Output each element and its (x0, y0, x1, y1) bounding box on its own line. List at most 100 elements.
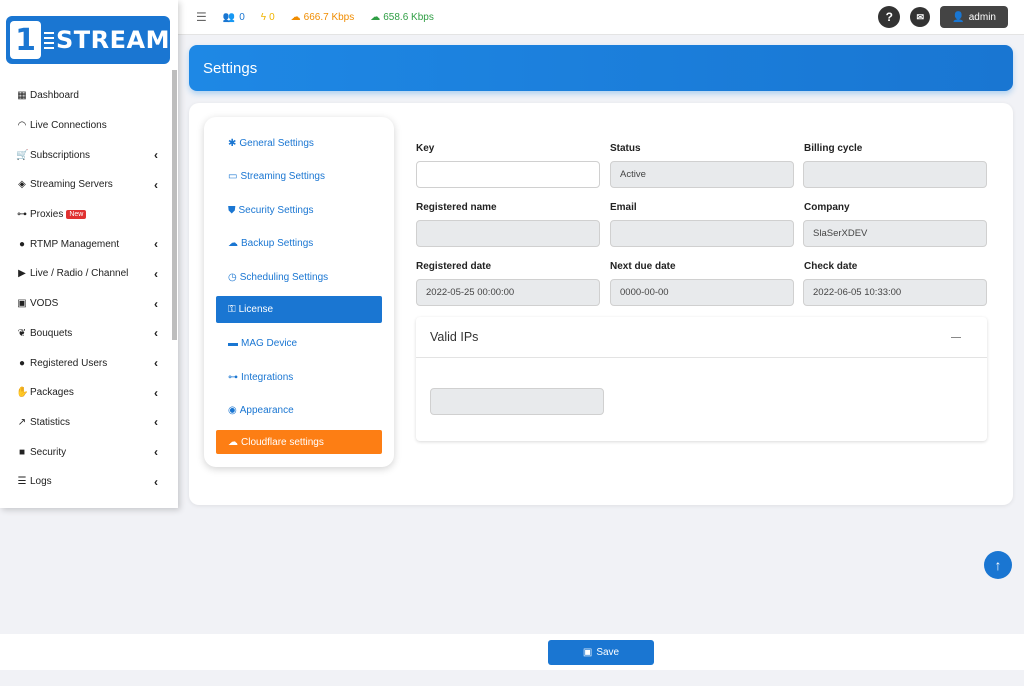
sidebar-item-dashboard[interactable]: ▦ Dashboard (0, 81, 172, 111)
users-icon: 👥 (222, 11, 236, 23)
check-date-label: Check date (804, 261, 858, 272)
device-icon: ▬ (228, 338, 238, 349)
valid-ips-field (430, 388, 604, 415)
logo-text: STREAM (56, 26, 170, 54)
settings-menu-label: License (238, 304, 274, 315)
shield-icon: ⛊ (228, 205, 236, 216)
wifi-icon: ◠ (17, 120, 27, 132)
sidebar-item-security[interactable]: ■ Security ‹ (0, 437, 172, 467)
sidebar-scrollbar[interactable] (172, 70, 177, 340)
sidebar-item-rtmp-management[interactable]: ● RTMP Management ‹ (0, 229, 172, 259)
chevron-left-icon: ‹ (154, 385, 158, 400)
sidebar-item-subscriptions[interactable]: 🛒 Subscriptions ‹ (0, 140, 172, 170)
chart-icon: ↗ (17, 416, 27, 428)
sidebar-item-statistics[interactable]: ↗ Statistics ‹ (0, 408, 172, 438)
sidebar-item-logs[interactable]: ☰ Logs ‹ (0, 467, 172, 497)
sidebar-item-label: Logs (30, 476, 52, 488)
sidebar-item-label: Subscriptions (30, 149, 91, 161)
sidebar-item-live-radio-channel[interactable]: ▶ Live / Radio / Channel ‹ (0, 259, 172, 289)
chevron-left-icon: ‹ (154, 445, 158, 460)
sidebar-item-label: Statistics (30, 416, 71, 428)
palette-icon: ◉ (228, 405, 237, 416)
billing-cycle-field (803, 161, 987, 188)
sidebar-item-label: RTMP Management (30, 238, 120, 250)
download-rate: 658.6 Kbps (383, 11, 434, 23)
key-input[interactable] (416, 161, 600, 188)
settings-menu-license[interactable]: ⚿ License (216, 296, 382, 323)
sidebar-item-registered-users[interactable]: ● Registered Users ‹ (0, 348, 172, 378)
settings-menu-streaming-settings[interactable]: ▭ Streaming Settings (216, 163, 382, 190)
online-users-indicator[interactable]: 👥 0 (223, 12, 245, 23)
sidebar-item-proxies[interactable]: ⊶ Proxies New (0, 200, 172, 230)
comments-icon: ● (18, 238, 26, 250)
billing-cycle-label: Billing cycle (804, 143, 863, 154)
handshake-icon: ✋ (16, 387, 29, 399)
registered-date-label: Registered date (416, 261, 492, 272)
sidebar-item-label: Dashboard (30, 90, 79, 102)
email-field (610, 220, 794, 247)
layers-icon: ◈ (18, 179, 26, 191)
sidebar-item-label: Live / Radio / Channel (30, 268, 129, 280)
chevron-left-icon: ‹ (154, 326, 158, 341)
topbar-actions: ? ✉ 👤 admin (878, 6, 1008, 28)
sidebar-item-label: Proxies (30, 209, 64, 221)
help-button[interactable]: ? (878, 6, 901, 28)
settings-menu-mag-device[interactable]: ▬ MAG Device (216, 330, 382, 357)
page-title: Settings (203, 59, 258, 77)
settings-menu-backup-settings[interactable]: ☁ Backup Settings (216, 230, 382, 257)
hamburger-menu-icon[interactable]: ☰ (196, 10, 207, 24)
new-badge: New (66, 210, 87, 220)
arrow-up-icon: ↑ (994, 557, 1002, 573)
valid-ips-panel: Valid IPs (416, 317, 987, 441)
settings-menu-label: MAG Device (241, 338, 298, 349)
collapse-minus-icon[interactable] (951, 337, 961, 338)
chevron-left-icon: ‹ (154, 356, 158, 371)
cloud-download-icon: ☁ (370, 11, 381, 23)
sidebar: 1 STREAM ▦ Dashboard ◠ Live Connections 🛒 Sub… (0, 0, 178, 508)
chat-button[interactable]: ✉ (910, 7, 931, 27)
sidebar-item-live-connections[interactable]: ◠ Live Connections (0, 111, 172, 141)
bouquet-icon: ❦ (17, 327, 27, 339)
chevron-left-icon: ‹ (154, 148, 158, 163)
bolt-icon: ϟ (260, 11, 267, 23)
settings-menu-cloudflare-settings[interactable]: ☁ Cloudflare settings (216, 430, 382, 454)
email-label: Email (610, 202, 637, 213)
grid-icon: ▦ (17, 90, 27, 102)
list-icon: ☰ (17, 476, 27, 488)
top-bar: ☰ 👥 0 ϟ 0 ☁ 666.7 Kbps ☁ 658.6 Kbps ? ✉ … (178, 0, 1024, 35)
cloud-upload-icon: ☁ (290, 11, 301, 23)
settings-menu-scheduling-settings[interactable]: ◷ Scheduling Settings (216, 264, 382, 291)
settings-menu-label: Backup Settings (241, 238, 314, 249)
settings-menu-general-settings[interactable]: ✱ General Settings (216, 130, 382, 157)
settings-menu-appearance[interactable]: ◉ Appearance (216, 397, 382, 424)
user-icon: 👤 (952, 11, 965, 23)
sidebar-item-label: Streaming Servers (30, 179, 113, 191)
page-header: Settings (189, 45, 1013, 91)
chevron-left-icon: ‹ (154, 266, 158, 281)
upload-rate: 666.7 Kbps (303, 11, 355, 23)
admin-user-button[interactable]: 👤 admin (940, 6, 1008, 28)
settings-menu-security-settings[interactable]: ⛊ Security Settings (216, 197, 382, 224)
floppy-disk-icon: ▣ (582, 647, 593, 658)
sidebar-item-bouquets[interactable]: ❦ Bouquets ‹ (0, 319, 172, 349)
app-logo[interactable]: 1 STREAM (6, 16, 170, 64)
scroll-to-top-button[interactable]: ↑ (984, 551, 1012, 579)
play-icon: ▶ (18, 268, 26, 280)
settings-menu-label: Integrations (241, 372, 294, 383)
sidebar-item-vods[interactable]: ▣ VODS ‹ (0, 289, 172, 319)
settings-menu-label: Cloudflare settings (241, 436, 324, 448)
sidebar-item-label: Bouquets (30, 327, 73, 339)
settings-menu-label: General Settings (239, 138, 314, 149)
save-button[interactable]: ▣ Save (548, 640, 654, 665)
clock-icon: ◷ (228, 272, 237, 283)
video-icon: ▣ (17, 298, 27, 310)
settings-menu-label: Streaming Settings (240, 171, 325, 182)
sidebar-item-packages[interactable]: ✋ Packages ‹ (0, 378, 172, 408)
logo-mark: 1 (10, 21, 41, 59)
bolt-indicator[interactable]: ϟ 0 (261, 12, 275, 23)
settings-menu-label: Appearance (239, 405, 294, 416)
settings-menu-integrations[interactable]: ⊶ Integrations (216, 364, 382, 391)
sidebar-item-streaming-servers[interactable]: ◈ Streaming Servers ‹ (0, 170, 172, 200)
cloud-icon: ☁ (228, 436, 238, 448)
upload-rate-indicator: ☁ 666.7 Kbps (291, 12, 355, 23)
